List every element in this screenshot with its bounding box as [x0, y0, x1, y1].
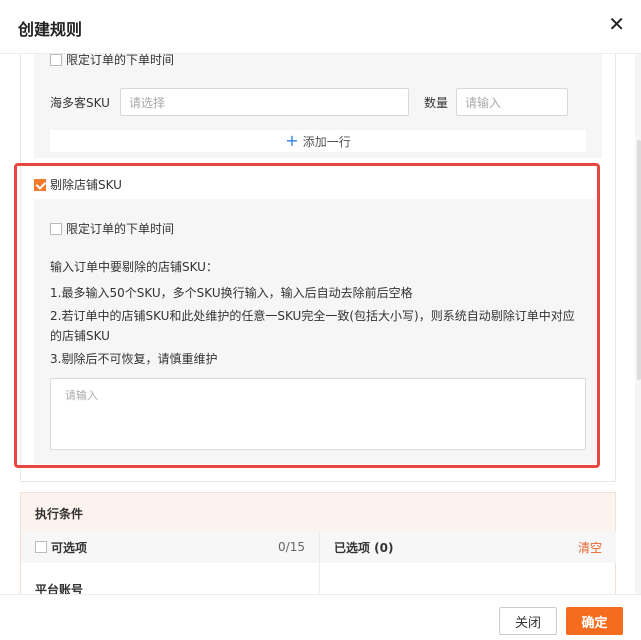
optional-select-all[interactable]: 可选项 [35, 539, 87, 556]
qty-label-row: 数量 [424, 94, 448, 111]
optional-panel: 可选项 0/15 平台账号 [21, 531, 319, 603]
optional-header: 可选项 0/15 [21, 531, 319, 563]
limit-time-checkbox-1[interactable] [50, 53, 62, 66]
optional-checkbox[interactable] [35, 541, 47, 553]
optional-count: 0/15 [278, 540, 305, 554]
sku-label: 海多客SKU [50, 96, 110, 110]
confirm-button[interactable]: 确定 [566, 607, 623, 635]
qty-label: 数量 [424, 96, 449, 110]
sku-label-row: 海多客SKU [50, 94, 110, 111]
selected-label: 已选项 (0) [334, 540, 394, 555]
scrollbar-thumb[interactable] [637, 140, 641, 380]
selected-panel: 已选项 (0) 清空 [319, 531, 616, 603]
highlight-frame [14, 163, 600, 468]
add-row-label: 添加一行 [302, 134, 351, 149]
close-icon[interactable]: ✕ [608, 14, 625, 34]
dialog-footer: 关闭 确定 [0, 594, 641, 640]
sku-select-input[interactable]: 请选择 [120, 88, 409, 116]
clear-button[interactable]: 清空 [578, 539, 602, 556]
dialog-title: 创建规则 [18, 20, 83, 39]
dialog-header: 创建规则 ✕ [0, 0, 641, 54]
exec-conditions-card: 执行条件 可选项 0/15 平台账号 已选项 (0) 清空 [20, 492, 616, 603]
limit-time-row-1[interactable]: 限定订单的下单时间 [50, 51, 174, 68]
add-row-button[interactable]: + 添加一行 [50, 130, 586, 152]
limit-time-label-1: 限定订单的下单时间 [66, 53, 175, 67]
close-button[interactable]: 关闭 [499, 607, 557, 635]
optional-label: 可选项 [51, 540, 88, 555]
exec-title: 执行条件 [21, 493, 615, 531]
selected-header: 已选项 (0) 清空 [320, 531, 616, 563]
qty-input[interactable]: 请输入 [456, 88, 568, 116]
plus-icon: + [285, 131, 299, 150]
